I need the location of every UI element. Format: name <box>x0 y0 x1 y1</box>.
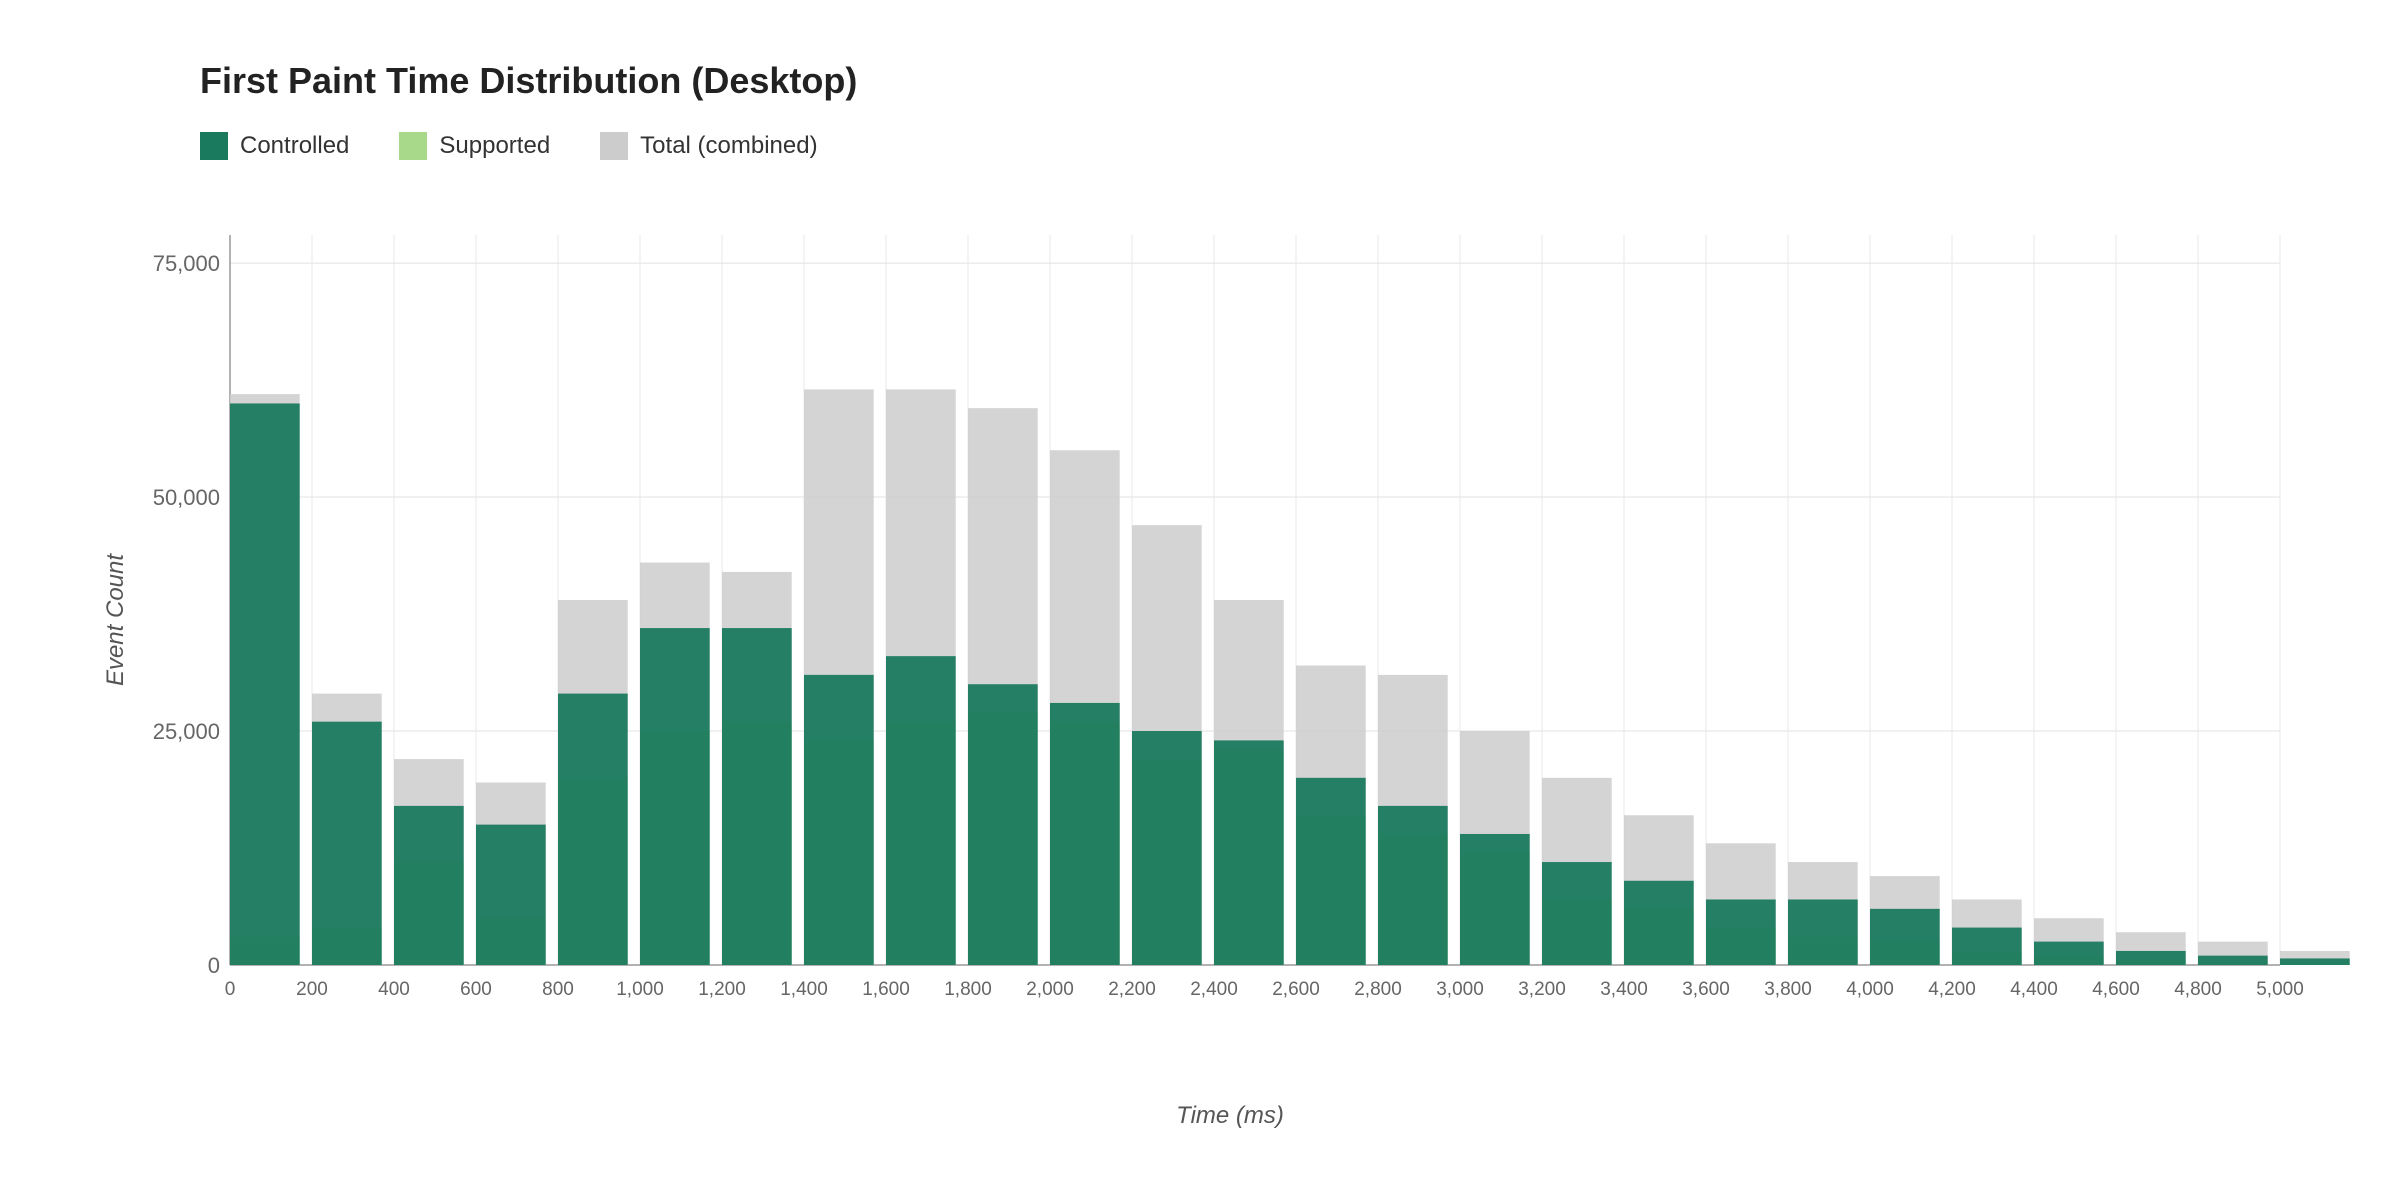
legend-label-controlled: Controlled <box>240 132 349 160</box>
legend-item-supported: Supported <box>399 132 550 160</box>
svg-text:3,000: 3,000 <box>1436 979 1484 1000</box>
svg-text:1,200: 1,200 <box>698 979 746 1000</box>
legend-item-total: Total (combined) <box>600 132 817 160</box>
svg-text:2,000: 2,000 <box>1026 979 1074 1000</box>
svg-text:2,400: 2,400 <box>1190 979 1238 1000</box>
svg-text:4,600: 4,600 <box>2092 979 2140 1000</box>
chart-title: First Paint Time Distribution (Desktop) <box>200 60 2320 102</box>
svg-text:3,600: 3,600 <box>1682 979 1730 1000</box>
svg-text:1,600: 1,600 <box>862 979 910 1000</box>
legend-item-controlled: Controlled <box>200 132 349 160</box>
svg-text:50,000: 50,000 <box>153 485 220 510</box>
svg-text:2,600: 2,600 <box>1272 979 1320 1000</box>
chart-container: First Paint Time Distribution (Desktop) … <box>0 0 2400 1200</box>
svg-text:1,800: 1,800 <box>944 979 992 1000</box>
svg-text:1,400: 1,400 <box>780 979 828 1000</box>
svg-text:5,000: 5,000 <box>2256 979 2304 1000</box>
svg-text:400: 400 <box>378 979 410 1000</box>
svg-text:2,800: 2,800 <box>1354 979 1402 1000</box>
svg-text:3,200: 3,200 <box>1518 979 1566 1000</box>
svg-text:4,200: 4,200 <box>1928 979 1976 1000</box>
svg-text:2,200: 2,200 <box>1108 979 1156 1000</box>
svg-text:200: 200 <box>296 979 328 1000</box>
svg-text:3,400: 3,400 <box>1600 979 1648 1000</box>
total-color-icon <box>600 132 628 160</box>
svg-text:800: 800 <box>542 979 574 1000</box>
svg-text:75,000: 75,000 <box>153 251 220 276</box>
y-axis-label: Event Count <box>102 554 130 686</box>
svg-text:0: 0 <box>208 953 220 978</box>
legend-label-supported: Supported <box>439 132 550 160</box>
svg-text:0: 0 <box>225 979 236 1000</box>
chart-area: Event Count Time (ms) 025,00050,00075,00… <box>140 200 2320 1040</box>
svg-text:4,400: 4,400 <box>2010 979 2058 1000</box>
legend-label-total: Total (combined) <box>640 132 817 160</box>
controlled-color-icon <box>200 132 228 160</box>
svg-text:600: 600 <box>460 979 492 1000</box>
svg-text:3,800: 3,800 <box>1764 979 1812 1000</box>
svg-text:4,800: 4,800 <box>2174 979 2222 1000</box>
svg-text:25,000: 25,000 <box>153 719 220 744</box>
legend: Controlled Supported Total (combined) <box>200 132 2320 160</box>
svg-text:4,000: 4,000 <box>1846 979 1894 1000</box>
supported-color-icon <box>399 132 427 160</box>
x-axis-label: Time (ms) <box>1176 1102 1284 1130</box>
chart-svg: 0 25,000 50,000 75,000 0 200 400 600 800 1,000 1,2… <box>140 200 2320 1040</box>
svg-text:1,000: 1,000 <box>616 979 664 1000</box>
